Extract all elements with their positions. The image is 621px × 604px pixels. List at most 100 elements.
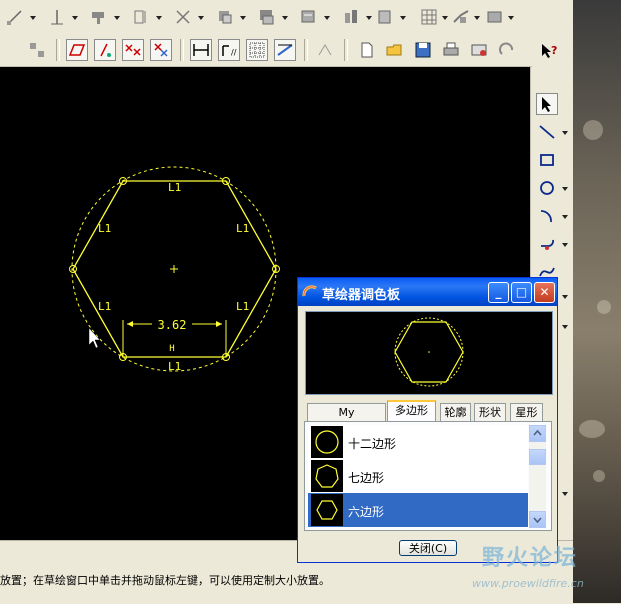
list-item-label: 七边形 (348, 471, 385, 485)
chevron-down-icon (533, 517, 542, 524)
horizontal-constraint: H (169, 344, 174, 354)
chevron-down-icon[interactable] (562, 215, 568, 219)
heptagon-thumbnail (311, 460, 343, 492)
palette-app-icon (302, 285, 317, 297)
new-file-icon[interactable] (356, 39, 378, 61)
open-folder-icon[interactable] (384, 39, 406, 61)
svg-text:?: ? (551, 44, 557, 57)
list-scrollbar[interactable] (529, 425, 546, 528)
list-item[interactable]: 十二边形 (308, 425, 528, 459)
chevron-down-icon[interactable] (198, 16, 204, 20)
offset-icon[interactable] (340, 6, 362, 28)
shape-list[interactable]: 十二边形 七边形 六边形 (308, 425, 528, 528)
disp-vertex-icon[interactable] (150, 39, 172, 61)
mirror-icon[interactable] (172, 6, 194, 28)
chevron-down-icon[interactable] (562, 492, 568, 496)
line-tool-icon[interactable] (536, 121, 558, 143)
tab-my-documents[interactable]: My Documents (307, 403, 386, 437)
trim-icon[interactable] (130, 6, 152, 28)
fillet-tool-icon[interactable] (536, 233, 558, 255)
constraint-display-icon[interactable]: // (218, 39, 240, 61)
equal-length-label: L1 (168, 181, 181, 194)
chevron-down-icon[interactable] (114, 16, 120, 20)
chevron-down-icon[interactable] (366, 16, 372, 20)
chevron-down-icon[interactable] (156, 16, 162, 20)
toolbar-separator (180, 39, 184, 61)
chevron-down-icon[interactable] (400, 16, 406, 20)
dimension-display-icon[interactable] (190, 39, 212, 61)
ref-icon[interactable] (450, 6, 472, 28)
list-item-selected[interactable]: 六边形 (308, 493, 528, 527)
snap-icon[interactable] (26, 39, 48, 61)
save-icon[interactable] (412, 39, 434, 61)
tab-polygon[interactable]: 多边形 (387, 400, 436, 422)
grid-icon[interactable] (418, 6, 440, 28)
dimension-value: 3.62 (158, 318, 187, 332)
desktop-background (573, 0, 621, 603)
align-icon[interactable] (298, 6, 320, 28)
equal-length-label: L1 (98, 300, 111, 313)
rotate-icon[interactable] (214, 6, 236, 28)
maximize-button[interactable]: □ (511, 282, 532, 303)
tab-panel: 十二边形 七边形 六边形 (304, 421, 552, 531)
svg-text://: // (231, 48, 237, 57)
chevron-down-icon[interactable] (324, 16, 330, 20)
window-titlebar[interactable]: 草绘器调色板 _ □ ✕ (298, 278, 557, 306)
tab-star[interactable]: 星形 (510, 403, 543, 421)
scroll-down-button[interactable] (529, 511, 546, 528)
toolbar-separator (344, 39, 348, 61)
spin-center-icon[interactable] (314, 39, 336, 61)
tab-profile[interactable]: 轮廓 (440, 403, 471, 421)
list-item-label: 十二边形 (348, 437, 397, 451)
chevron-down-icon[interactable] (562, 187, 568, 191)
hexagon-thumbnail (311, 494, 343, 526)
mouse-cursor-icon (88, 327, 101, 349)
disp-dim-icon[interactable] (66, 39, 88, 61)
disp-grid-icon[interactable] (122, 39, 144, 61)
grid-display-icon[interactable] (246, 39, 268, 61)
chevron-down-icon[interactable] (562, 243, 568, 247)
window-title: 草绘器调色板 (322, 288, 401, 303)
watermark-title: 野火论坛 (482, 546, 579, 571)
chevron-up-icon (533, 429, 542, 436)
arc-tool-icon[interactable] (536, 205, 558, 227)
print-icon[interactable] (440, 39, 462, 61)
center-mark (170, 265, 178, 273)
sketch-line-icon[interactable] (4, 6, 26, 28)
select-arrow-icon[interactable] (536, 93, 558, 115)
minimize-icon: _ (495, 285, 502, 299)
palette-tools-icon[interactable] (256, 6, 278, 28)
circle-tool-icon[interactable] (536, 177, 558, 199)
toolbar-separator (56, 39, 60, 61)
redo-icon[interactable] (496, 39, 518, 61)
chevron-down-icon[interactable] (442, 16, 448, 20)
minimize-button[interactable]: _ (488, 282, 509, 303)
tab-shape[interactable]: 形状 (474, 403, 506, 421)
list-item[interactable]: 七边形 (308, 459, 528, 493)
dimension-icon[interactable] (46, 6, 68, 28)
rectangle-tool-icon[interactable] (536, 149, 558, 171)
chevron-down-icon[interactable] (240, 16, 246, 20)
scroll-up-button[interactable] (529, 425, 546, 442)
chevron-down-icon[interactable] (474, 16, 480, 20)
scroll-thumb[interactable] (529, 449, 546, 465)
equal-length-label: L1 (236, 300, 249, 313)
vertex-display-icon[interactable] (274, 39, 296, 61)
chevron-down-icon[interactable] (562, 325, 568, 329)
chevron-down-icon[interactable] (30, 16, 36, 20)
construct-icon[interactable] (374, 6, 396, 28)
chevron-down-icon[interactable] (562, 295, 568, 299)
disp-constraint-icon[interactable] (94, 39, 116, 61)
constraint-icon[interactable] (88, 6, 110, 28)
equal-length-label: L1 (168, 360, 181, 373)
whats-this-icon[interactable]: ? (538, 40, 560, 62)
chevron-down-icon[interactable] (562, 131, 568, 135)
extra-icon[interactable] (484, 6, 506, 28)
close-window-button[interactable]: ✕ (534, 282, 555, 303)
chevron-down-icon[interactable] (72, 16, 78, 20)
email-icon[interactable] (468, 39, 490, 61)
shape-preview (305, 311, 553, 395)
close-button[interactable]: 关闭(C) (399, 540, 457, 556)
chevron-down-icon[interactable] (508, 16, 514, 20)
chevron-down-icon[interactable] (282, 16, 288, 20)
